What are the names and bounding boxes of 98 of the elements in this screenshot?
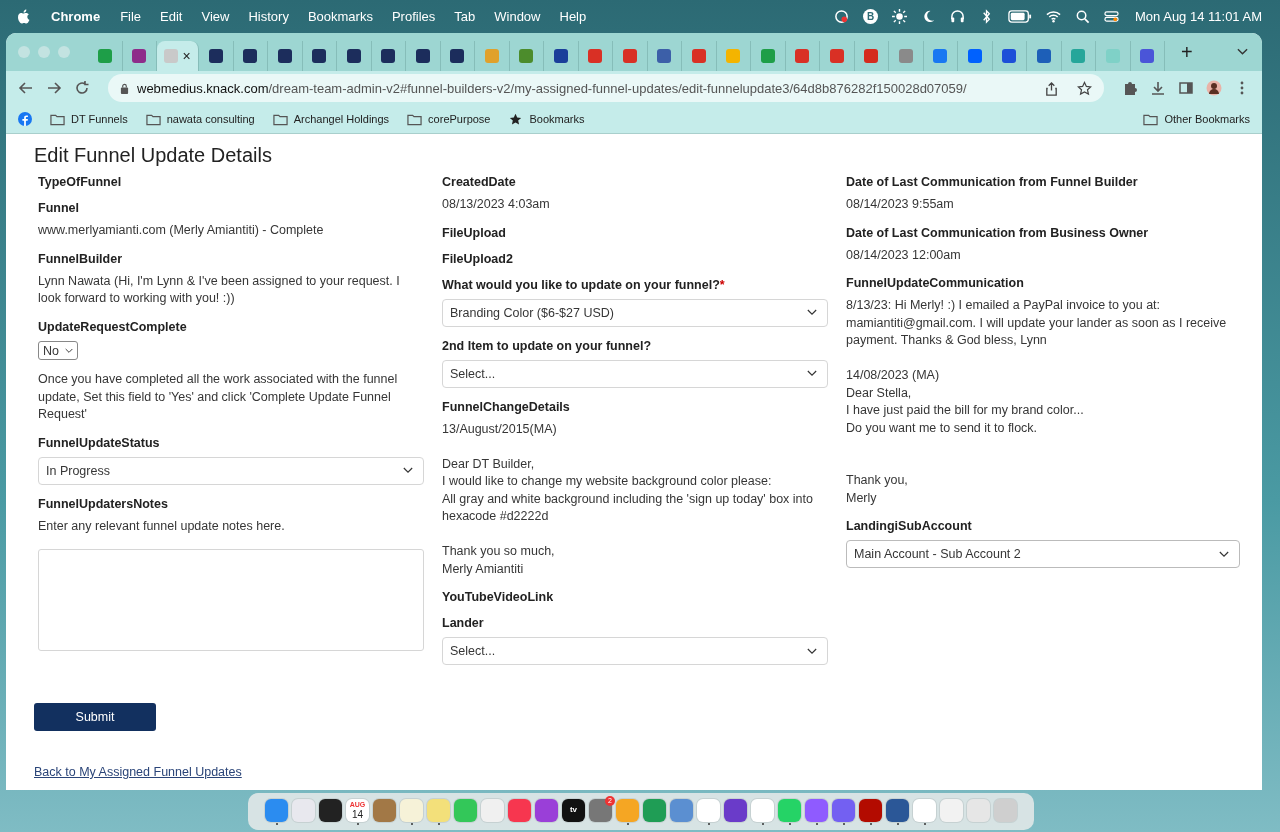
moon-icon[interactable] [921,8,937,24]
icon-label: 14 [351,808,364,820]
field-value: Lynn Nawata (Hi, I'm Lynn & I've been assigned to your request. I look forward to working with you! :)) [38,272,401,307]
bookmark-folder[interactable]: DT Funnels [50,112,128,126]
menu-item[interactable]: View [201,8,230,24]
field-label: Date of Last Communication from Business Owner [846,225,1150,240]
field-label: FunnelUpdatersNotes [38,496,169,511]
app-icon[interactable]: tv [562,798,585,822]
facebook-icon[interactable] [18,112,32,126]
share-icon[interactable] [1044,80,1059,96]
screen-record-icon[interactable] [834,8,850,24]
bookmark-folder[interactable]: Archangel Holdings [272,112,390,126]
field-label: Date of Last Communication from Funnel Builder [846,175,1139,189]
app-icon[interactable] [859,798,882,822]
field-label: FunnelUpdateCommunication [846,276,1025,290]
menu-item[interactable]: Bookmarks [307,8,373,24]
select-field[interactable]: Select... [442,637,828,665]
field-label: YouTubeVideoLink [442,590,555,604]
lock-icon [120,82,129,94]
chevron-down-icon [807,309,817,316]
field-label: CreatedDate [442,175,517,189]
field-value: 08/14/2023 9:55am [846,196,955,213]
search-icon[interactable] [1075,8,1091,24]
select-field[interactable]: In Progress [38,456,424,485]
select-field[interactable]: No [38,341,78,360]
folder-icon [407,112,423,126]
bookmark-folder[interactable]: corePurpose [407,112,491,126]
field-value: 8/13/23: Hi Merly! :) I emailed a PayPal invoice to you at: mamiantiti@gmail.com. I will update your lander as soon as I receive payment. Thanks & God bless, Lynn 14/08/2023 (MA) Dear Stella, I have just paid the bill for my brand color... Do you want me to send it to flock. Thank you, Merly [846,297,1228,507]
field-hint: Once you have completed all the work associated with the funnel update, Set this field to 'Yes' and click 'Complete Update Funnel Request' [38,371,399,423]
new-tab-button[interactable]: + [1181,40,1193,64]
side-panel-icon[interactable] [1178,80,1194,96]
menu-item[interactable]: History [248,8,289,24]
folder-icon [272,112,288,126]
submit-button[interactable]: Submit [34,703,156,731]
download-icon[interactable] [1150,80,1166,96]
field-value: 13/August/2015(MA) Dear DT Builder, I would like to change my website background color please: All gray and white background including the 'sign up today' box into hexacode #d2222d Thank you so much, Merly Amiantiti [442,420,814,578]
icon-label: tv [569,806,578,814]
reload-icon[interactable] [74,80,90,96]
field-value: 08/14/2023 12:00am [846,246,962,264]
back-link[interactable]: Back to My Assigned Funnel Updates [34,765,242,779]
app-menu[interactable]: Chrome [51,8,101,24]
menu-bar-clock[interactable]: Mon Aug 14 11:01 AM [1135,8,1262,24]
chevron-down-icon [807,647,817,655]
browser-tab[interactable]: × [157,41,199,71]
address-bar[interactable]: webmedius.knack.com/dream-team-admin-v2#funnel-builders-v2/my-assigned-funnel-updates/edit-funnelupdate3/64d8b876282f150028d07059/ [108,74,1104,102]
field-hint: Enter any relevant funnel update notes here. [38,517,286,535]
field-label: Funnel [38,201,80,215]
chevron-down-icon [403,467,413,474]
apple-icon[interactable] [18,8,31,24]
field-label: 2nd Item to update on your funnel? [442,338,653,353]
field-label: LandingiSubAccount [846,519,973,533]
folder-icon [145,112,161,126]
status-icon[interactable]: B [863,8,879,24]
field-label: What would you like to update on your funnel?* [442,277,726,292]
app-icon[interactable] [319,798,342,822]
field-label: FunnelUpdateStatus [38,435,161,450]
select-field[interactable]: Branding Color ($6-$27 USD) [442,298,828,327]
menu-item[interactable]: Tab [454,8,476,24]
app-icon[interactable] [886,798,909,822]
chevron-down-icon [65,347,73,354]
menu-item[interactable]: Help [559,8,587,24]
url-text: webmedius.knack.com/dream-team-admin-v2#funnel-builders-v2/my-assigned-funnel-updates/edit-funnelupdate3/64d8b876282f150028d07059/ [137,80,968,96]
app-icon[interactable] [724,798,747,822]
bookmarks-folder[interactable]: Bookmarks [508,112,585,126]
headphones-icon[interactable] [950,8,966,24]
field-label: FileUpload2 [442,251,514,266]
back-icon[interactable] [18,80,34,96]
folder-icon [50,112,65,126]
menu-item[interactable]: Profiles [391,8,436,24]
field-label: TypeOfFunnel [38,175,123,189]
puzzle-icon[interactable] [1122,80,1138,96]
page-title: Edit Funnel Update Details [34,144,273,167]
field-label: FunnelBuilder [38,251,124,266]
field-label: FunnelChangeDetails [442,399,571,414]
star-icon[interactable] [1077,80,1092,96]
avatar-icon[interactable] [1206,80,1222,96]
field-value: www.merlyamianti.com (Merly Amiantiti) - Complete [38,222,325,239]
chevron-down-icon [807,370,817,377]
field-label: UpdateRequestComplete [38,319,188,334]
wifi-icon[interactable] [1046,8,1062,24]
close-tab-button[interactable]: × [182,48,191,64]
field-label: FileUpload [442,225,507,240]
folder-icon [1143,112,1159,126]
select-field[interactable]: Main Account - Sub Account 2 [846,540,1240,568]
menu-item[interactable]: Edit [160,8,183,24]
menu-item[interactable]: Window [494,8,541,24]
forward-icon[interactable] [46,80,62,96]
bookmark-folder[interactable]: Other Bookmarks [1143,112,1250,126]
control-center-icon[interactable] [1104,8,1120,24]
battery-icon[interactable] [1008,9,1033,23]
sun-icon[interactable] [892,8,908,24]
select-field[interactable]: Select... [442,359,828,388]
bookmark-folder[interactable]: nawata consulting [145,112,255,126]
field-label: Lander [442,616,485,630]
chevron-down-icon [1219,550,1229,558]
field-value: 08/13/2023 4:03am [442,196,551,213]
chevron-down-icon[interactable] [1237,48,1248,56]
menu-item[interactable]: File [120,8,142,24]
